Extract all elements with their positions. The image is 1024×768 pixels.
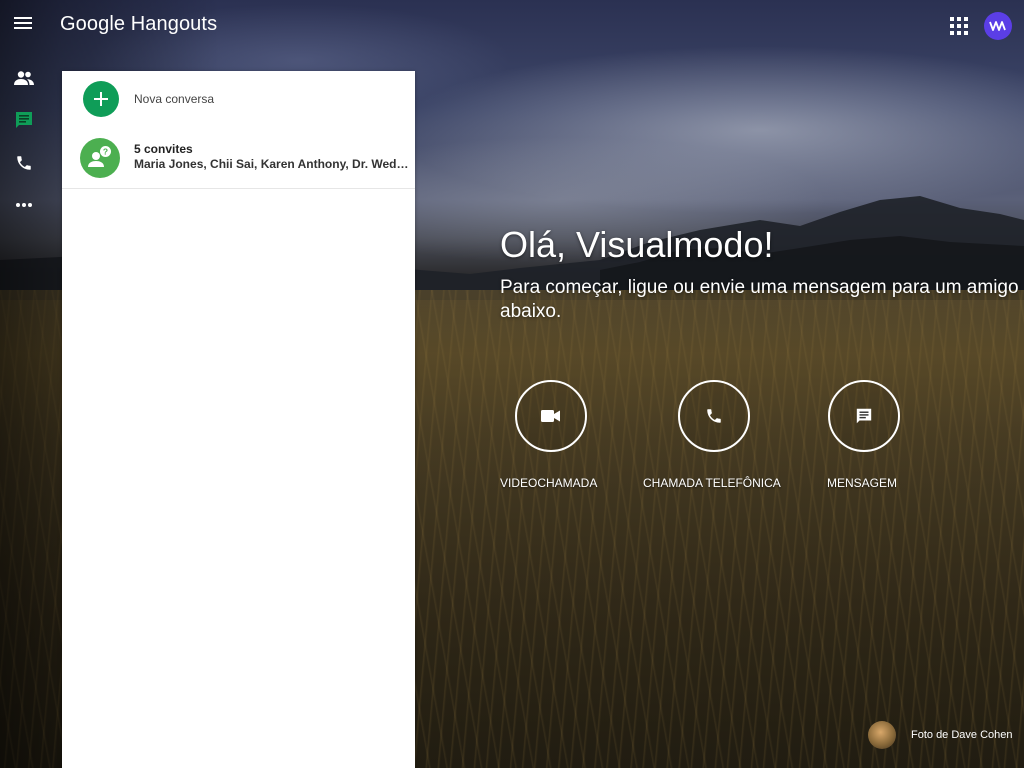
app-logo-title: Google Hangouts [60, 13, 218, 35]
plus-icon [94, 92, 108, 106]
phone-icon [707, 409, 721, 423]
left-navigation-rail [0, 52, 50, 768]
conversations-panel: Nova conversa ? 5 convites Maria Jones, … [62, 71, 415, 768]
account-avatar-icon [989, 21, 1006, 31]
photo-credit[interactable]: Foto de Dave Cohen [868, 721, 1024, 751]
contacts-icon [14, 71, 34, 85]
invites-names: Maria Jones, Chii Sai, Karen Anthony, Dr… [134, 157, 412, 171]
message-icon [856, 408, 872, 424]
new-conversation-button[interactable]: Nova conversa [62, 71, 415, 127]
new-conversation-circle [83, 81, 119, 117]
message-circle [828, 380, 900, 452]
photo-credit-text: Foto de Dave Cohen [911, 729, 1013, 741]
video-call-label: VIDEOCHAMADA [500, 476, 598, 490]
rail-item-more[interactable] [12, 193, 36, 217]
invites-count-title: 5 convites [134, 142, 193, 156]
rail-item-phone-calls[interactable] [12, 151, 36, 175]
chat-icon [16, 112, 32, 128]
phone-call-label: CHAMADA TELEFÔNICA [643, 476, 781, 490]
phone-call-circle [678, 380, 750, 452]
google-apps-button[interactable] [950, 17, 968, 35]
message-button[interactable]: MENSAGEM [827, 380, 987, 500]
main-menu-button[interactable] [12, 14, 34, 36]
invites-list-item[interactable]: ? 5 convites Maria Jones, Chii Sai, Kare… [62, 131, 415, 189]
photographer-avatar [868, 721, 896, 749]
welcome-greeting: Olá, Visualmodo! [500, 224, 774, 265]
video-camera-icon [541, 410, 560, 422]
top-bar: Google Hangouts [0, 0, 1024, 52]
rail-item-conversations[interactable] [12, 108, 36, 132]
new-conversation-label: Nova conversa [134, 92, 215, 106]
phone-call-button[interactable]: CHAMADA TELEFÔNICA [643, 380, 803, 500]
welcome-subtitle: Para começar, ligue ou envie uma mensage… [500, 277, 1019, 322]
invites-avatar: ? [80, 138, 120, 178]
more-icon [16, 203, 32, 207]
rail-item-contacts[interactable] [12, 66, 36, 90]
video-call-button[interactable]: VIDEOCHAMADA [500, 380, 660, 500]
video-call-circle [515, 380, 587, 452]
phone-icon [17, 156, 31, 170]
svg-text:?: ? [103, 147, 108, 157]
account-avatar-button[interactable] [984, 12, 1012, 40]
message-label: MENSAGEM [827, 476, 898, 490]
person-question-icon: ? [88, 146, 111, 167]
hamburger-menu-icon [14, 17, 32, 19]
